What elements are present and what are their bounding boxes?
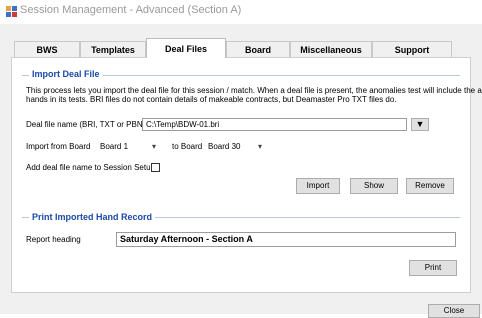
from-board-select[interactable]: Board 1 [100,142,128,152]
tab-board-mapping[interactable]: Board Mapping [226,41,290,71]
window-title: Session Management - Advanced (Section A… [20,4,242,16]
browse-button[interactable]: ▼ [411,118,429,131]
add-name-checkbox[interactable] [151,163,160,172]
deal-file-input[interactable]: C:\Temp\BDW-01.bri [142,118,407,131]
tab-templates[interactable]: Templates [80,41,146,57]
import-group-title: Import Deal File [29,69,103,79]
import-from-label: Import from Board [26,142,91,151]
print-button[interactable]: Print [409,260,457,276]
tab-deal-files[interactable]: Deal Files [146,38,226,58]
print-group-title: Print Imported Hand Record [29,212,156,222]
report-heading-input[interactable]: Saturday Afternoon - Section A [116,232,456,247]
to-board-label: to Board [172,142,203,151]
to-board-select[interactable]: Board 30 [208,142,240,152]
tab-miscellaneous[interactable]: Miscellaneous [290,41,372,57]
from-board-dropdown-icon[interactable]: ▾ [152,142,156,152]
report-heading-label: Report heading [26,235,81,244]
import-button[interactable]: Import [296,178,340,194]
close-button[interactable]: Close [428,304,480,318]
import-description-line2: hands in its tests. BRI files do not con… [26,95,397,104]
deal-file-label: Deal file name (BRI, TXT or PBN) [26,120,146,129]
remove-button[interactable]: Remove [406,178,454,194]
tab-bws-functions[interactable]: BWS Functions [14,41,80,71]
chevron-down-icon: ▼ [415,119,425,129]
show-button[interactable]: Show [350,178,398,194]
tab-support[interactable]: Support [372,41,452,57]
add-name-label: Add deal file name to Session Setup [26,163,155,172]
to-board-dropdown-icon[interactable]: ▾ [258,142,262,152]
app-icon [6,6,17,17]
